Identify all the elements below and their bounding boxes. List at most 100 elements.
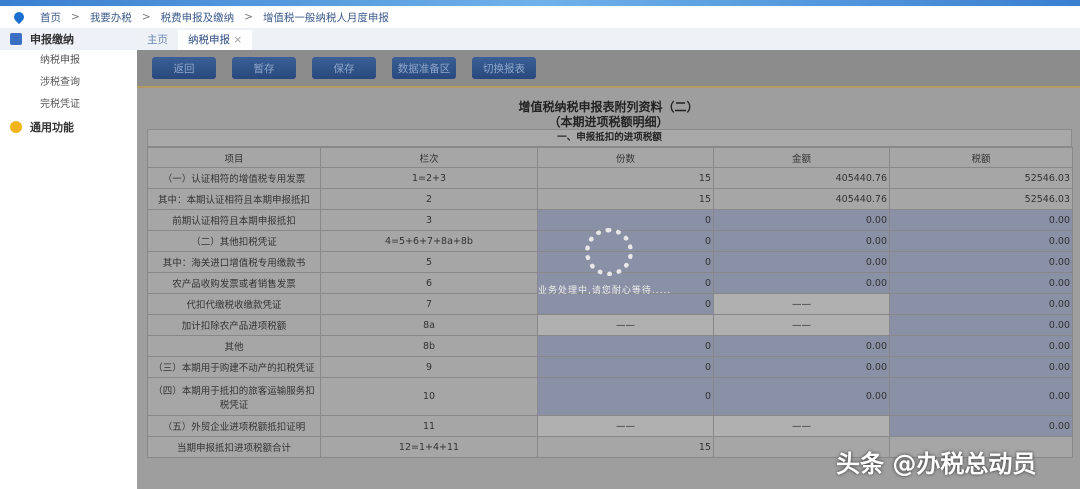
sidebar-item-tax-certificate[interactable]: 完税凭证 [0, 94, 137, 116]
sidebar-item-tax-declaration[interactable]: 纳税申报 [0, 50, 137, 72]
line-cell: 8b [320, 335, 538, 357]
column-header: 份数 [537, 147, 714, 168]
line-cell: 5 [320, 251, 538, 273]
sidebar: 申报缴纳 纳税申报 涉税查询 完税凭证 通用功能 [0, 28, 137, 489]
breadcrumb-current: 增值税一般纳税人月度申报 [262, 11, 389, 24]
tab-bar: 主页 纳税申报 × [137, 28, 1080, 50]
count-cell: 15 [537, 436, 714, 458]
amount-cell[interactable]: 0.00 [713, 251, 890, 273]
amount-cell: —— [713, 314, 890, 336]
chat-bubble-icon [10, 121, 22, 133]
tax-cell: 52546.03 [889, 188, 1073, 210]
count-cell: 15 [537, 167, 714, 189]
column-header: 金额 [713, 147, 890, 168]
amount-cell: 405440.76 [713, 167, 890, 189]
tax-cell[interactable]: 0.00 [889, 377, 1073, 416]
item-cell: 当期申报抵扣进项税额合计 [147, 436, 321, 458]
item-cell: 加计扣除农产品进项税额 [147, 314, 321, 336]
column-header: 栏次 [320, 147, 538, 168]
line-cell: 9 [320, 356, 538, 378]
close-icon[interactable]: × [233, 34, 242, 46]
sidebar-group-declare[interactable]: 申报缴纳 [0, 28, 137, 50]
tax-cell: 52546.03 [889, 167, 1073, 189]
amount-cell[interactable]: 0.00 [713, 230, 890, 252]
form-subtitle: （本期进项税额明细） [548, 115, 669, 129]
table-row: （一）认证相符的增值税专用发票 1=2+3 15 405440.76 52546.03 [147, 167, 1073, 189]
sidebar-item-tax-query[interactable]: 涉税查询 [0, 72, 137, 94]
amount-cell: —— [713, 415, 890, 437]
location-pin-icon [11, 9, 27, 25]
tax-cell[interactable]: 0.00 [889, 209, 1073, 231]
temp-save-button[interactable]: 暂存 [232, 57, 296, 79]
tax-cell[interactable]: 0.00 [889, 251, 1073, 273]
sidebar-group-label: 通用功能 [30, 121, 74, 134]
table-row: （五）外贸企业进项税额抵扣证明 11 —— —— 0.00 [147, 415, 1073, 437]
switch-form-button[interactable]: 切换报表 [472, 57, 536, 79]
amount-cell[interactable]: 0.00 [713, 377, 890, 416]
amount-cell: 405440.76 [713, 188, 890, 210]
grid-icon [10, 33, 22, 45]
save-button[interactable]: 保存 [312, 57, 376, 79]
table-row: （三）本期用于购建不动产的扣税凭证 9 0 0.00 0.00 [147, 356, 1073, 378]
tab-tax-declaration[interactable]: 纳税申报 × [178, 30, 253, 50]
breadcrumb: 首页 > 我要办税 > 税费申报及缴纳 > 增值税一般纳税人月度申报 [0, 6, 1080, 28]
count-cell[interactable]: 0 [537, 377, 714, 416]
count-cell: —— [537, 314, 714, 336]
line-cell: 8a [320, 314, 538, 336]
amount-cell: —— [713, 293, 890, 315]
count-cell[interactable]: 0 [537, 335, 714, 357]
amount-cell[interactable]: 0.00 [713, 209, 890, 231]
table-row: 其中：本期认证相符且本期申报抵扣 2 15 405440.76 52546.03 [147, 188, 1073, 210]
amount-cell[interactable]: 0.00 [713, 335, 890, 357]
loading-message: 业务处理中,请您耐心等待..... [538, 286, 672, 296]
item-cell: （四）本期用于抵扣的旅客运输服务扣税凭证 [147, 377, 321, 416]
tax-cell[interactable]: 0.00 [889, 415, 1073, 437]
line-cell: 4=5+6+7+8a+8b [320, 230, 538, 252]
tax-cell[interactable]: 0.00 [889, 230, 1073, 252]
count-cell[interactable]: 0 [537, 293, 714, 315]
breadcrumb-item[interactable]: 我要办税 [90, 10, 132, 25]
count-cell[interactable]: 0 [537, 209, 714, 231]
breadcrumb-separator: > [141, 11, 151, 23]
data-prep-button[interactable]: 数据准备区 [392, 57, 456, 79]
column-header: 税额 [889, 147, 1073, 168]
item-cell: （三）本期用于购建不动产的扣税凭证 [147, 356, 321, 378]
toolbar: 返回 暂存 保存 数据准备区 切换报表 [137, 50, 1080, 88]
item-cell: （一）认证相符的增值税专用发票 [147, 167, 321, 189]
back-button[interactable]: 返回 [152, 57, 216, 79]
amount-cell[interactable]: 0.00 [713, 272, 890, 294]
item-cell: 其他 [147, 335, 321, 357]
sidebar-group-common[interactable]: 通用功能 [0, 116, 137, 138]
input-tax-table: 项目 栏次 份数 金额 税额 （一）认证相符的增值税专用发票 1=2+3 15 405440.7… [147, 147, 1073, 458]
count-cell: 15 [537, 188, 714, 210]
count-cell[interactable]: 0 [537, 356, 714, 378]
item-cell: 其中：本期认证相符且本期申报抵扣 [147, 188, 321, 210]
table-row: 加计扣除农产品进项税额 8a —— —— 0.00 [147, 314, 1073, 336]
table-row: 其他 8b 0 0.00 0.00 [147, 335, 1073, 357]
item-cell: （二）其他扣税凭证 [147, 230, 321, 252]
line-cell: 1=2+3 [320, 167, 538, 189]
table-header-row: 项目 栏次 份数 金额 税额 [147, 147, 1073, 168]
line-cell: 3 [320, 209, 538, 231]
breadcrumb-home[interactable]: 首页 [40, 10, 61, 25]
breadcrumb-item[interactable]: 税费申报及缴纳 [161, 10, 235, 25]
count-cell: —— [537, 415, 714, 437]
line-cell: 11 [320, 415, 538, 437]
loading-spinner-icon [585, 228, 633, 276]
tax-cell[interactable]: 0.00 [889, 335, 1073, 357]
watermark: 头条 @办税总动员 [836, 450, 1037, 478]
tax-cell[interactable]: 0.00 [889, 356, 1073, 378]
tab-label: 纳税申报 [188, 34, 230, 46]
line-cell: 2 [320, 188, 538, 210]
column-header: 项目 [147, 147, 321, 168]
tab-home[interactable]: 主页 [137, 30, 178, 50]
tax-cell[interactable]: 0.00 [889, 272, 1073, 294]
section-heading: 一、申报抵扣的进项税额 [147, 129, 1072, 147]
item-cell: （五）外贸企业进项税额抵扣证明 [147, 415, 321, 437]
amount-cell[interactable]: 0.00 [713, 356, 890, 378]
item-cell: 代扣代缴税收缴款凭证 [147, 293, 321, 315]
item-cell: 前期认证相符且本期申报抵扣 [147, 209, 321, 231]
tax-cell[interactable]: 0.00 [889, 293, 1073, 315]
line-cell: 6 [320, 272, 538, 294]
tax-cell[interactable]: 0.00 [889, 314, 1073, 336]
